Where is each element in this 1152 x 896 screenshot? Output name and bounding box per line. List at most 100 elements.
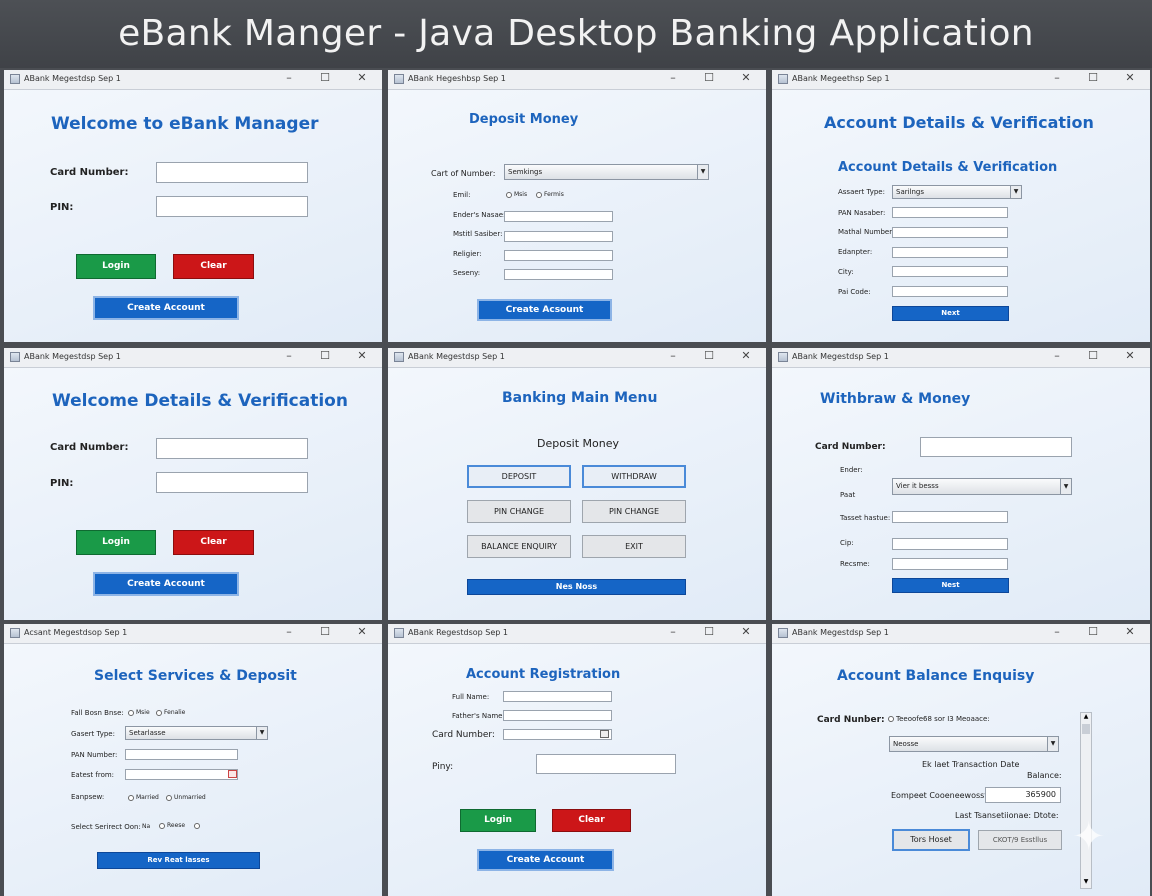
date-input[interactable] xyxy=(125,769,238,780)
bottom-action-button[interactable]: Rev Reat lasses xyxy=(97,852,260,869)
pin-change-button[interactable]: PIN CHANGE xyxy=(467,500,571,523)
radio-male[interactable]: Msis xyxy=(506,191,527,198)
text-input[interactable] xyxy=(504,211,613,222)
radio-female[interactable]: Fenalie xyxy=(156,709,185,716)
text-input[interactable] xyxy=(892,538,1008,550)
account-type-select[interactable]: Semkings ▼ xyxy=(504,164,709,180)
clear-button[interactable]: Clear xyxy=(173,530,254,555)
close-icon[interactable]: ✕ xyxy=(353,71,371,84)
account-select[interactable]: Neosse ▼ xyxy=(889,736,1059,752)
create-account-button[interactable]: Create Account xyxy=(93,296,239,320)
clear-button[interactable]: Clear xyxy=(552,809,631,832)
card-number-input[interactable] xyxy=(156,162,308,183)
clear-button[interactable]: Clear xyxy=(173,254,254,279)
calendar-icon[interactable] xyxy=(600,730,609,738)
pin-input[interactable] xyxy=(156,472,308,493)
chevron-down-icon[interactable]: ▼ xyxy=(697,165,708,179)
create-account-button[interactable]: Create Account xyxy=(93,572,239,596)
option-select[interactable]: Vier it besss ▼ xyxy=(892,478,1072,495)
radio-female[interactable]: Fermis xyxy=(536,191,564,198)
chevron-down-icon[interactable]: ▼ xyxy=(256,727,267,739)
radio-unmarried[interactable]: Unmarried xyxy=(166,794,206,801)
scrollbar-thumb[interactable] xyxy=(1082,724,1090,734)
next-button[interactable]: Next xyxy=(892,306,1009,321)
close-icon[interactable]: ✕ xyxy=(737,349,755,362)
chevron-down-icon[interactable]: ▼ xyxy=(1010,186,1021,198)
login-button[interactable]: Login xyxy=(460,809,536,832)
minimize-icon[interactable]: – xyxy=(1048,625,1066,638)
minimize-icon[interactable]: – xyxy=(280,625,298,638)
radio-empty[interactable] xyxy=(194,822,202,829)
vertical-scrollbar[interactable]: ▲ ▼ xyxy=(1080,712,1092,889)
maximize-icon[interactable]: ☐ xyxy=(1084,349,1102,362)
login-button[interactable]: Login xyxy=(76,530,156,555)
minimize-icon[interactable]: – xyxy=(664,625,682,638)
radio-married[interactable]: Married xyxy=(128,794,159,801)
exit-button[interactable]: EXIT xyxy=(582,535,686,558)
text-input[interactable] xyxy=(892,227,1008,238)
withdraw-button[interactable]: WITHDRAW xyxy=(582,465,686,488)
card-number-input[interactable] xyxy=(503,729,612,740)
calendar-icon[interactable] xyxy=(228,770,237,778)
text-input[interactable] xyxy=(892,266,1008,277)
page-title: Welcome to eBank Manager xyxy=(51,114,319,134)
text-input[interactable] xyxy=(892,558,1008,570)
radio-male[interactable]: Msie xyxy=(128,709,150,716)
radio-reese[interactable]: Reese xyxy=(159,822,185,829)
close-icon[interactable]: ✕ xyxy=(1121,625,1139,638)
text-input[interactable] xyxy=(504,231,613,242)
scroll-down-icon[interactable]: ▼ xyxy=(1081,878,1091,888)
window-content: Banking Main Menu Deposit Money DEPOSIT … xyxy=(388,368,766,620)
minimize-icon[interactable]: – xyxy=(664,71,682,84)
history-button[interactable]: Tors Hoset xyxy=(892,829,970,851)
text-input[interactable] xyxy=(504,250,613,261)
next-button[interactable]: Nest xyxy=(892,578,1009,593)
maximize-icon[interactable]: ☐ xyxy=(316,71,334,84)
account-type-select[interactable]: Sarilngs ▼ xyxy=(892,185,1022,199)
login-button[interactable]: Login xyxy=(76,254,156,279)
close-icon[interactable]: ✕ xyxy=(353,625,371,638)
minimize-icon[interactable]: – xyxy=(1048,349,1066,362)
pin-change-button-2[interactable]: PIN CHANGE xyxy=(582,500,686,523)
minimize-icon[interactable]: – xyxy=(1048,71,1066,84)
maximize-icon[interactable]: ☐ xyxy=(316,349,334,362)
close-icon[interactable]: ✕ xyxy=(737,71,755,84)
maximize-icon[interactable]: ☐ xyxy=(700,625,718,638)
close-icon[interactable]: ✕ xyxy=(353,349,371,362)
text-input[interactable] xyxy=(892,247,1008,258)
maximize-icon[interactable]: ☐ xyxy=(700,349,718,362)
close-icon[interactable]: ✕ xyxy=(1121,349,1139,362)
text-input[interactable] xyxy=(125,749,238,760)
text-input[interactable] xyxy=(892,207,1008,218)
option-no[interactable]: Na xyxy=(142,823,150,830)
pin-input[interactable] xyxy=(536,754,676,774)
close-icon[interactable]: ✕ xyxy=(1121,71,1139,84)
chevron-down-icon[interactable]: ▼ xyxy=(1060,479,1071,494)
text-input[interactable] xyxy=(892,286,1008,297)
radio-option[interactable]: Teeoofe68 sor I3 Meoaace: xyxy=(888,715,990,723)
text-input[interactable] xyxy=(504,269,613,280)
text-input[interactable] xyxy=(892,511,1008,523)
deposit-button[interactable]: DEPOSIT xyxy=(467,465,571,488)
status-button[interactable]: CKOT/9 Esstllus xyxy=(978,830,1062,850)
maximize-icon[interactable]: ☐ xyxy=(700,71,718,84)
create-account-button[interactable]: Create Account xyxy=(477,849,614,871)
fathers-name-input[interactable] xyxy=(503,710,612,721)
close-icon[interactable]: ✕ xyxy=(737,625,755,638)
minimize-icon[interactable]: – xyxy=(280,71,298,84)
maximize-icon[interactable]: ☐ xyxy=(316,625,334,638)
minimize-icon[interactable]: – xyxy=(664,349,682,362)
full-name-input[interactable] xyxy=(503,691,612,702)
minimize-icon[interactable]: – xyxy=(280,349,298,362)
scroll-up-icon[interactable]: ▲ xyxy=(1081,713,1091,723)
bottom-action-button[interactable]: Nes Noss xyxy=(467,579,686,595)
card-number-input[interactable] xyxy=(156,438,308,459)
chevron-down-icon[interactable]: ▼ xyxy=(1047,737,1058,751)
maximize-icon[interactable]: ☐ xyxy=(1084,71,1102,84)
balance-enquiry-button[interactable]: BALANCE ENQUIRY xyxy=(467,535,571,558)
account-type-select[interactable]: Setarlasse ▼ xyxy=(125,726,268,740)
pin-input[interactable] xyxy=(156,196,308,217)
maximize-icon[interactable]: ☐ xyxy=(1084,625,1102,638)
card-number-input[interactable] xyxy=(920,437,1072,457)
create-account-button[interactable]: Create Acsount xyxy=(477,299,612,321)
